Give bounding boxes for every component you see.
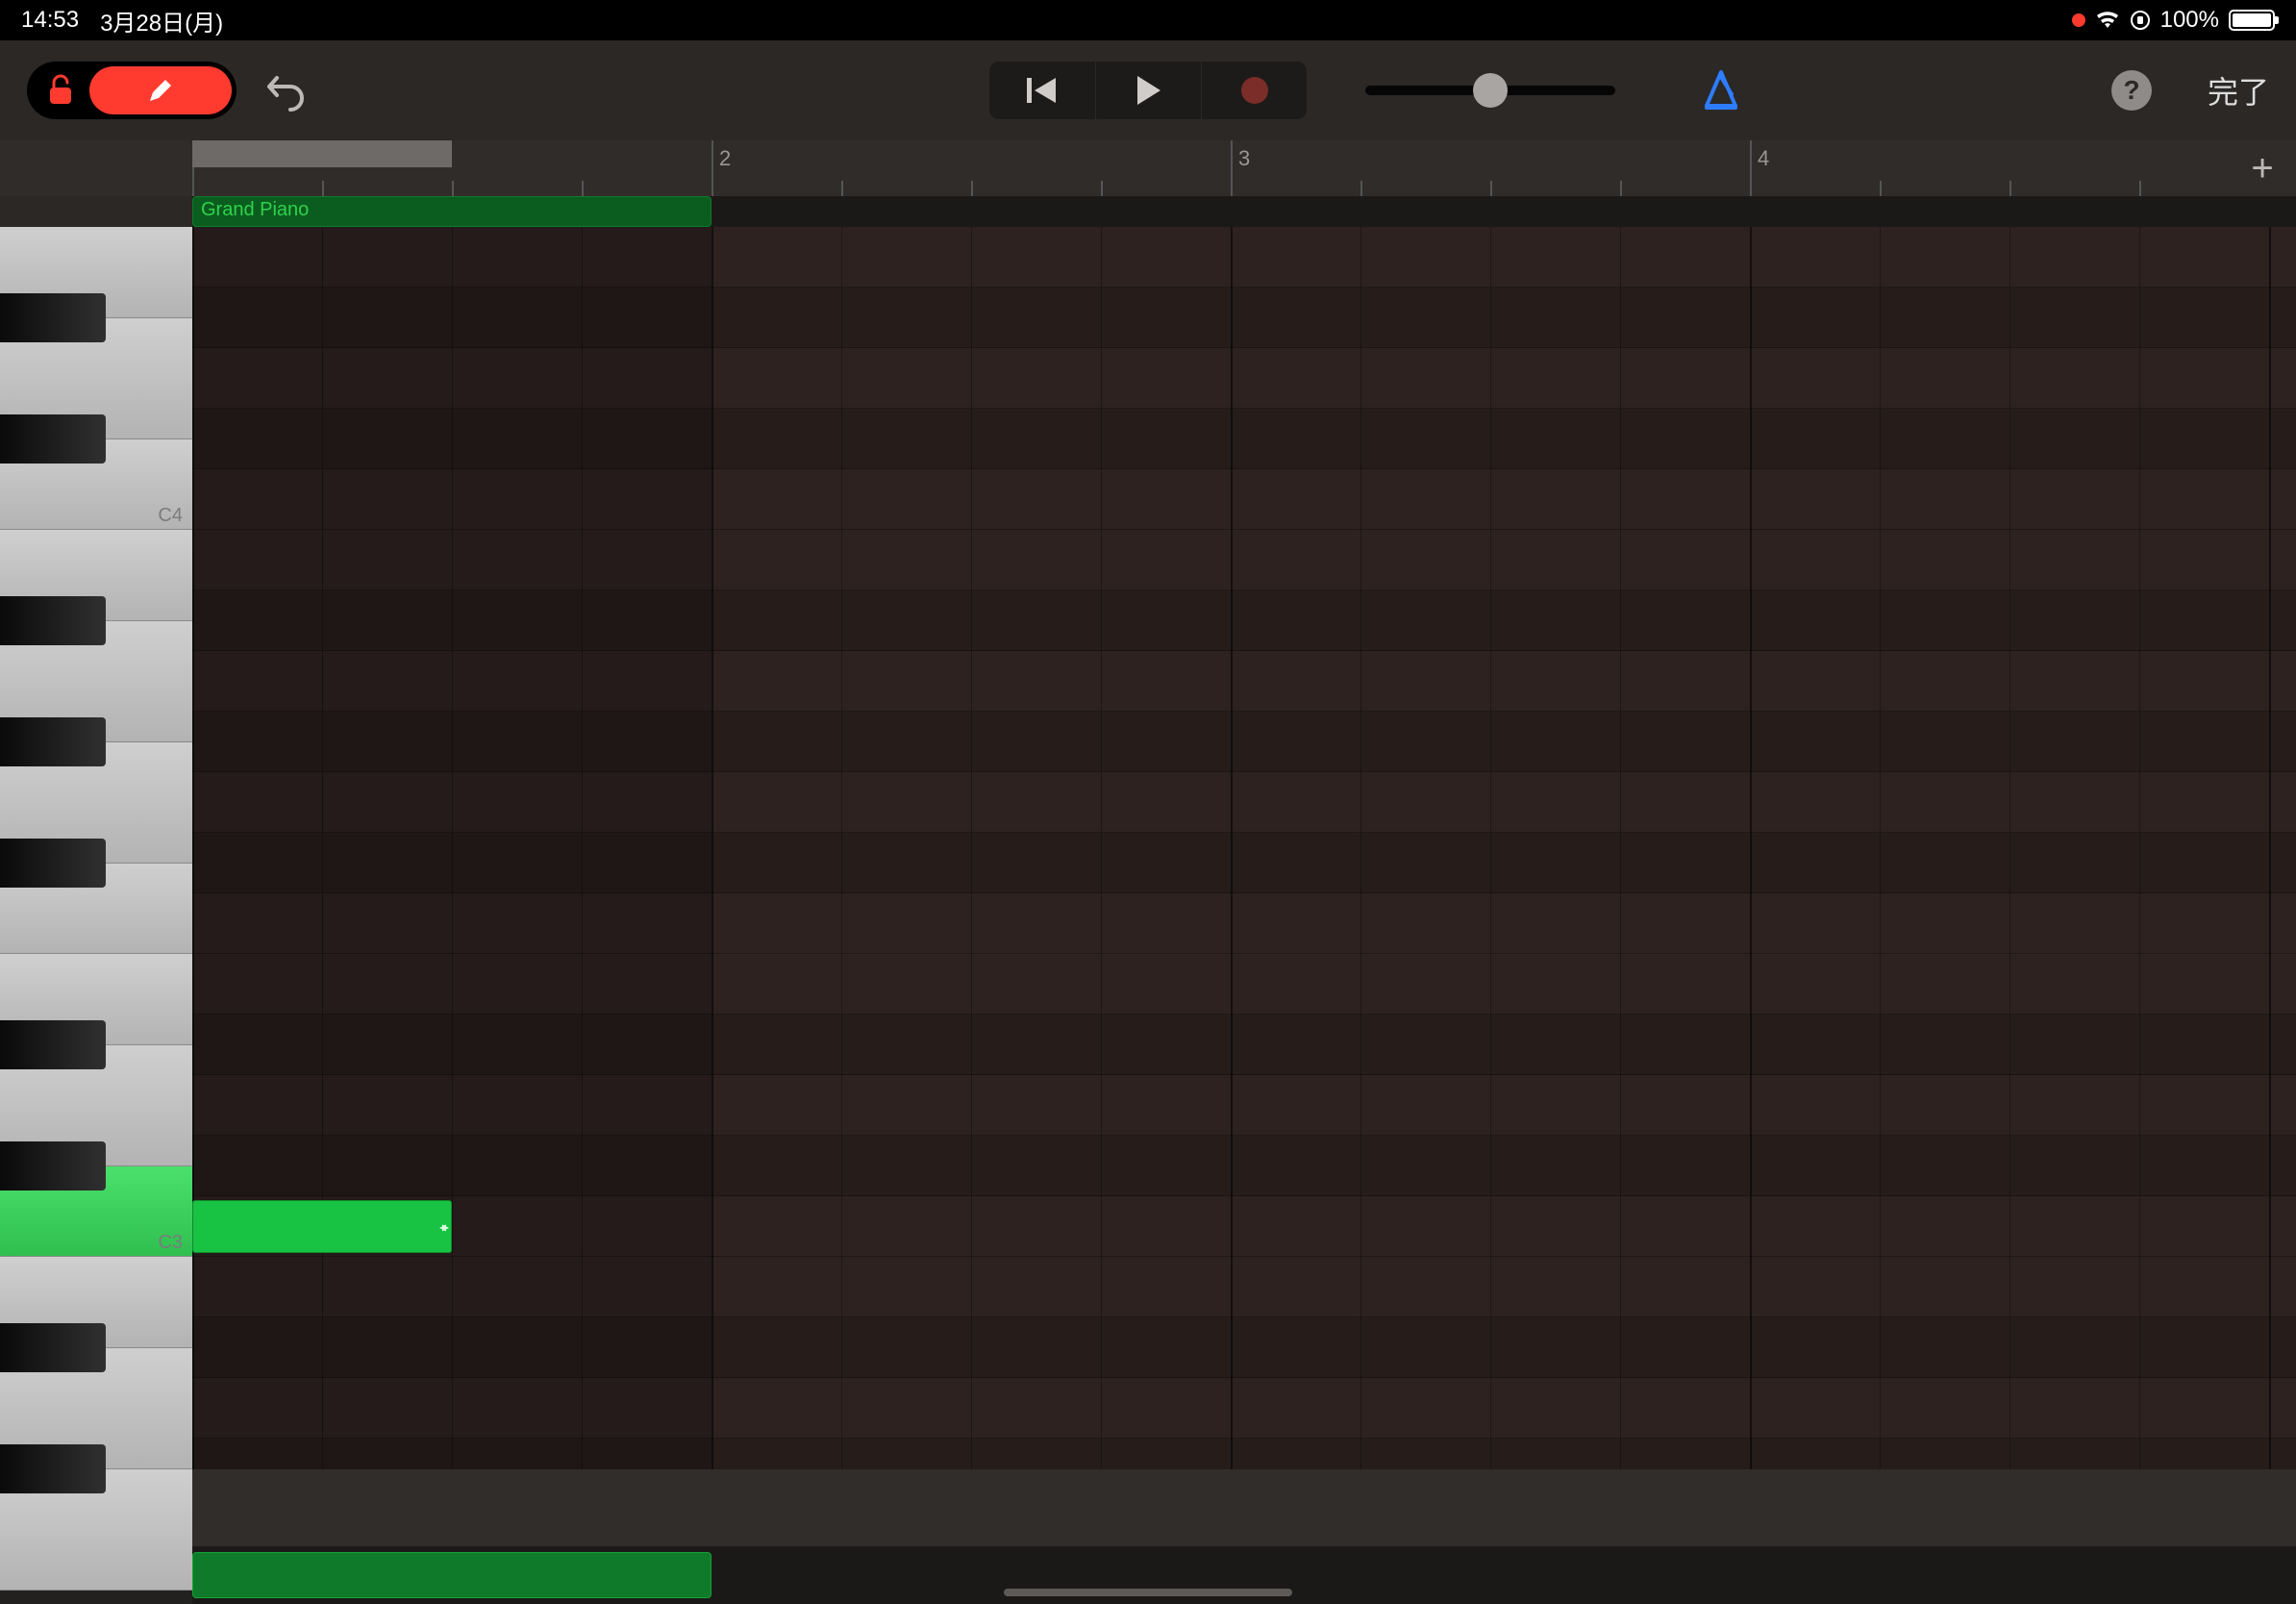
black-key[interactable] [0, 717, 106, 766]
black-key[interactable] [0, 1323, 106, 1372]
sustain-lane: SUSTAIN [0, 1469, 2296, 1546]
note-grid[interactable] [192, 227, 2296, 1469]
volume-thumb[interactable] [1473, 73, 1508, 108]
key-label: C3 [158, 1232, 183, 1254]
wifi-icon [2095, 11, 2120, 30]
sustain-track[interactable] [192, 1469, 2296, 1546]
transport-controls [989, 62, 1307, 119]
ruler-gutter [0, 140, 192, 196]
black-key[interactable] [0, 293, 106, 342]
velocity-region[interactable] [192, 1552, 711, 1598]
play-button[interactable] [1095, 62, 1201, 119]
midi-region[interactable]: Grand Piano [192, 196, 711, 227]
black-key[interactable] [0, 1141, 106, 1190]
region-strip: Grand Piano [0, 196, 2296, 227]
rotation-lock-icon [2130, 10, 2151, 31]
master-volume-slider[interactable] [1365, 86, 1615, 95]
bar-label: 3 [1238, 146, 1250, 171]
mode-pill [27, 62, 237, 119]
bar-label: 4 [1758, 146, 1769, 171]
piano-keyboard[interactable]: C4 C3 [0, 227, 192, 1469]
edit-button[interactable] [89, 66, 232, 114]
black-key[interactable] [0, 1020, 106, 1069]
done-button[interactable]: 完了 [2208, 68, 2269, 113]
battery-icon [2229, 10, 2275, 31]
black-key[interactable] [0, 414, 106, 464]
cycle-range[interactable] [192, 140, 452, 167]
status-bar: 14:53 3月28日(月) 100% [0, 0, 2296, 40]
region-lane[interactable]: Grand Piano [192, 196, 2296, 227]
record-button[interactable] [1201, 62, 1307, 119]
status-date: 3月28日(月) [100, 4, 223, 38]
black-key[interactable] [0, 1444, 106, 1493]
go-to-start-button[interactable] [989, 62, 1095, 119]
battery-pct: 100% [2160, 7, 2219, 34]
bar-label: 2 [719, 146, 731, 171]
help-button[interactable]: ? [2111, 70, 2152, 111]
timeline-ruler[interactable]: 1234 [192, 140, 2229, 196]
status-time: 14:53 [21, 7, 79, 34]
metronome-button[interactable] [1692, 62, 1750, 119]
black-key[interactable] [0, 839, 106, 888]
piano-roll: C4 C3 [0, 227, 2296, 1469]
toolbar: ? 完了 [0, 40, 2296, 140]
ruler-row: 1234 + [0, 140, 2296, 196]
undo-button[interactable] [252, 62, 319, 119]
home-indicator [1004, 1589, 1292, 1596]
lock-button[interactable] [32, 66, 89, 114]
region-gutter [0, 196, 192, 227]
black-key[interactable] [0, 596, 106, 645]
key-label: C4 [158, 505, 183, 527]
add-region-button[interactable]: + [2229, 140, 2296, 196]
midi-note[interactable] [192, 1200, 452, 1253]
screen-record-icon [2072, 13, 2085, 27]
